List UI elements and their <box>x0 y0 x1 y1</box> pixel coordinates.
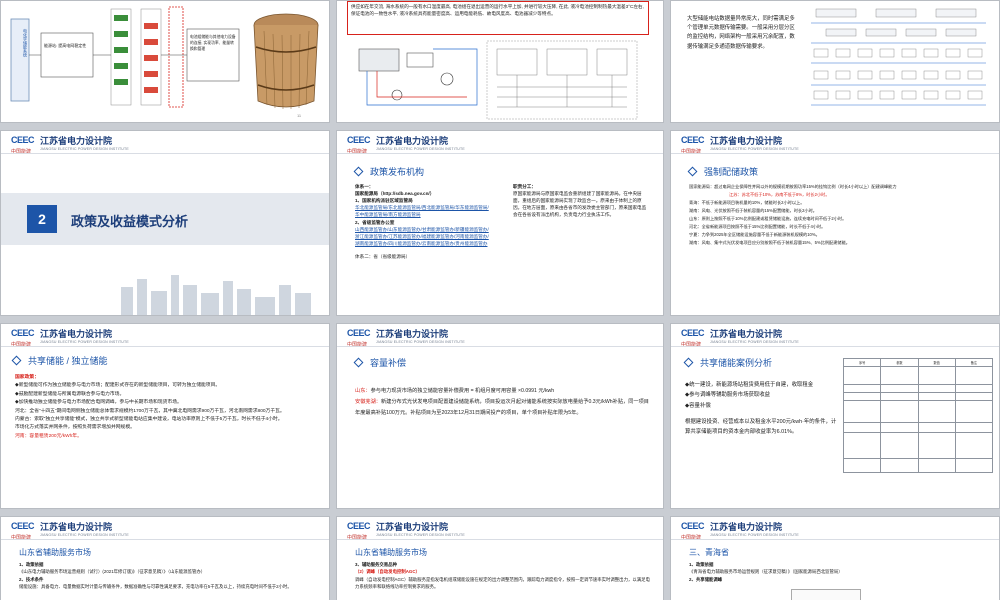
side-label: 电化学储能系统 <box>23 29 28 57</box>
company-name-en: JIANGSU ELECTRIC POWER DESIGN INSTITUTE <box>376 146 465 151</box>
company-name: 江苏省电力设计院 <box>376 328 449 339</box>
company-logo: CEEC 中国能建 <box>11 131 35 155</box>
section-title: 政策及收益模式分析 <box>71 214 189 229</box>
case-bullets: ◆统一建设，新能源场站租赁费用低于自建，收取租金 ◆参与调峰等辅助服务市场获取收… <box>685 382 837 436</box>
company-name-en: JIANGSU ELECTRIC POWER DESIGN INSTITUTE <box>710 146 799 151</box>
network-architecture-diagram <box>811 8 986 106</box>
slide-thumbnail-5[interactable]: CEEC 中国能建 江苏省电力设计院 JIANGSU ELECTRIC POWER … <box>336 130 664 316</box>
regulator-links[interactable]: 华北能源监管局/东北能源监管局/西北能源监管局/华东能源监管局/华中能源监管局/… <box>355 204 491 218</box>
shandong-policy-text: 1、政策依据 《山东电力辅助服务市场运营规则（试行）(2021年修订版)》（征求… <box>19 562 292 590</box>
slide-heading: 共享储能案例分析 <box>683 356 772 369</box>
company-name: 江苏省电力设计院 <box>710 135 783 146</box>
monitoring-paragraph: 大型储能电站数据量异常庞大，同时需满足多个管理单元数据传输需要。一般采用分层分区… <box>687 16 795 50</box>
slide-heading: 容量补偿 <box>353 356 406 369</box>
company-name: 江苏省电力设计院 <box>376 135 449 146</box>
slide-heading: 政策发布机构 <box>353 165 424 178</box>
slide-thumbnail-2[interactable]: 供应如在年交流, 海水系统的一般有水口温度最高, 电池组在退出运营的运行水平上加… <box>336 0 664 123</box>
company-name: 江苏省电力设计院 <box>376 521 449 532</box>
table-header: 数值 <box>917 358 956 367</box>
company-name: 江苏省电力设计院 <box>710 521 783 532</box>
logo-text: CEEC <box>681 520 705 531</box>
logo-text: CEEC <box>347 327 371 338</box>
table-header: 序号 <box>842 358 882 367</box>
logo-text: CEEC <box>11 134 35 145</box>
slide-header: CEEC 中国能建 江苏省电力设计院 JIANGSU ELECTRIC POWER … <box>1 131 329 155</box>
slide-thumbnail-10[interactable]: CEEC 中国能建 江苏省电力设计院 JIANGSU ELECTRIC POWER … <box>0 516 330 600</box>
logo-text: CEEC <box>11 520 35 531</box>
slide-heading: 山东省辅助服务市场 <box>19 548 91 557</box>
logo-text: CEEC <box>347 520 371 531</box>
slide-thumbnail-9[interactable]: CEEC 中国能建 江苏省电力设计院 JIANGSU ELECTRIC POWER … <box>670 323 1000 509</box>
company-name: 江苏省电力设计院 <box>40 521 113 532</box>
company-name-en: JIANGSU ELECTRIC POWER DESIGN INSTITUTE <box>40 146 129 151</box>
city-skyline <box>121 275 311 315</box>
capacity-compensation-text: 山东：参与电力现货市场的独立储能容量补偿费用 = 机组月度可用容量 ×0.099… <box>355 388 649 416</box>
section-number-box: 2 <box>27 205 57 233</box>
company-name: 江苏省电力设计院 <box>40 135 113 146</box>
slide-thumbnail-12[interactable]: CEEC 中国能建 江苏省电力设计院 JIANGSU ELECTRIC POWER … <box>670 516 1000 600</box>
slide-thumbnail-3[interactable]: 大型储能电站数据量异常庞大，同时需满足多个管理单元数据传输需要。一般采用分层分区… <box>670 0 1000 123</box>
shared-storage-bullets: 国家政策： ◆新型储能可作为独立储能参与电力市场；配建形式存在的新型储能项目，可… <box>15 375 285 439</box>
document-snippet <box>791 589 861 600</box>
slide-heading: 共享储能 / 独立储能 <box>11 354 108 367</box>
slide-thumbnail-11[interactable]: CEEC 中国能建 江苏省电力设计院 JIANGSU ELECTRIC POWER … <box>336 516 664 600</box>
slide-heading: 三、青海省 <box>689 548 729 557</box>
box-label: 能源站: 提高电网稳定性 <box>44 43 87 48</box>
company-name-en: JIANGSU ELECTRIC POWER DESIGN INSTITUTE <box>710 339 799 344</box>
logo-text: CEEC <box>681 134 705 145</box>
provincial-links[interactable]: 山西能源监管办/山东能源监管办/甘肃能源监管办/新疆能源监管办/浙江能源监管办/… <box>355 226 491 247</box>
slide-thumbnail-7[interactable]: CEEC 中国能建 江苏省电力设计院 JIANGSU ELECTRIC POWER … <box>0 323 330 509</box>
slide-thumbnail-1[interactable]: 电化学储能系统 能源站: 提高电网稳定性 电池组储能与其他电力设备的连接, 实现… <box>0 0 330 123</box>
company-name-en: JIANGSU ELECTRIC POWER DESIGN INSTITUTE <box>40 532 129 537</box>
diamond-icon <box>683 357 694 368</box>
slide-thumbnail-8[interactable]: CEEC 中国能建 江苏省电力设计院 JIANGSU ELECTRIC POWER … <box>336 323 664 509</box>
company-name: 江苏省电力设计院 <box>710 328 783 339</box>
agc-text: 3、辅助服务交易品种 （2）调峰（自动发电控制AGC） 调峰（自动发电控制AGC… <box>355 562 650 590</box>
right-label: 电池组储能与其他电力设备的连接, 实现功率、能量转换和管理 <box>190 35 236 51</box>
table-header: 备注 <box>954 358 994 367</box>
slide-thumbnail-4-section[interactable]: CEEC 中国能建 江苏省电力设计院 JIANGSU ELECTRIC POWER … <box>0 130 330 316</box>
slide-heading: 山东省辅助服务市场 <box>355 548 427 557</box>
case-parameter-table: 序号 参数 数值 备注 <box>842 358 994 473</box>
table-header: 参数 <box>880 358 919 367</box>
logo-text: CEEC <box>347 134 371 145</box>
slide-thumbnail-6[interactable]: CEEC 中国能建 江苏省电力设计院 JIANGSU ELECTRIC POWER … <box>670 130 1000 316</box>
diamond-icon <box>11 355 22 366</box>
slide-sorter-grid: 电化学储能系统 能源站: 提高电网稳定性 电池组储能与其他电力设备的连接, 实现… <box>0 0 1000 600</box>
company-name-en: JIANGSU ELECTRIC POWER DESIGN INSTITUTE <box>376 339 465 344</box>
header-divider <box>1 153 329 154</box>
page-number: 11 <box>297 113 302 118</box>
logo-text: CEEC <box>11 327 35 338</box>
slide-heading: 强制配储政策 <box>687 165 758 178</box>
logo-text: CEEC <box>681 327 705 338</box>
diamond-icon <box>353 166 364 177</box>
qinghai-policy-text: 1、政策依据 《青海省电力辅助服务市场运营规则（征求意见稿）》（国家能源局西北监… <box>689 562 843 582</box>
institutions-column: 体系一： 国家能源局（http://sdb.nea.gov.cn/） 1、国家机… <box>355 183 491 260</box>
company-name-en: JIANGSU ELECTRIC POWER DESIGN INSTITUTE <box>376 532 465 537</box>
company-name-en: JIANGSU ELECTRIC POWER DESIGN INSTITUTE <box>40 339 129 344</box>
mandatory-storage-list: 国家能源局：超过电网企业保障性并网以外的规模初期按照功率15%的挂钩比例（时长4… <box>689 184 897 245</box>
company-name-en: JIANGSU ELECTRIC POWER DESIGN INSTITUTE <box>710 532 799 537</box>
liquid-cooling-diagram <box>358 40 638 120</box>
cooling-paragraph: 供应如在年交流, 海水系统的一般有水口温度最高, 电池组在退出运营的运行水平上加… <box>351 4 644 17</box>
diamond-icon <box>687 166 698 177</box>
duties-column: 职责分工： 原国家能源局与原国家电监会重新组建了国家能源局。在中央层面，重组后的… <box>513 184 647 218</box>
battery-system-diagram <box>10 6 319 110</box>
diamond-icon <box>353 357 364 368</box>
company-name: 江苏省电力设计院 <box>40 328 113 339</box>
